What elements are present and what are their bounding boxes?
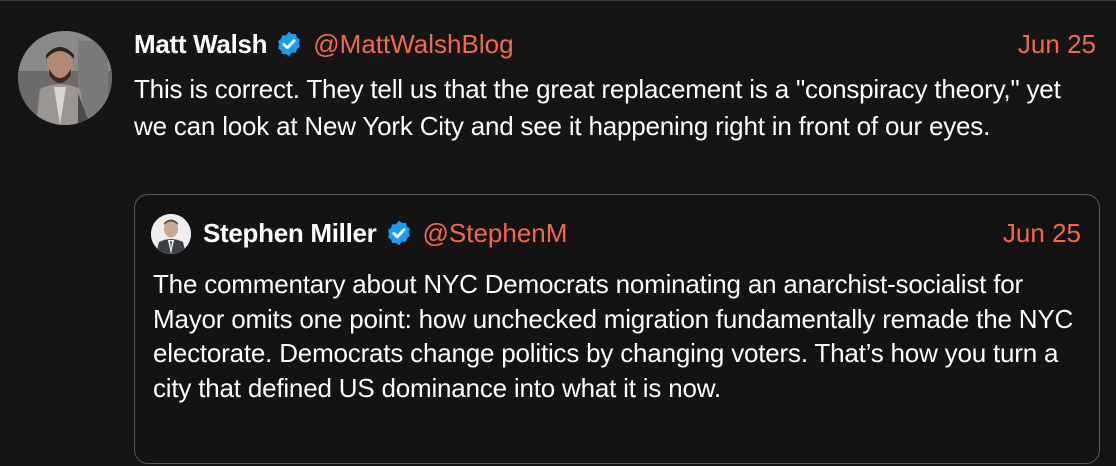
quoted-tweet-date[interactable]: Jun 25 [1003,215,1081,251]
tweet-card[interactable]: Matt Walsh @MattWalshBlog Jun 25 This is… [0,0,1116,466]
tweet-header: Matt Walsh @MattWalshBlog Jun 25 [134,26,1096,62]
author-avatar-image [18,31,112,125]
author-name[interactable]: Matt Walsh [134,26,268,62]
verified-badge-icon [387,220,410,246]
author-handle[interactable]: @MattWalshBlog [313,26,513,62]
quoted-tweet-text: The commentary about NYC Democrats nomin… [153,269,1074,403]
quoted-tweet[interactable]: Stephen Miller @StephenM Jun 25 The comm… [134,194,1100,464]
quoted-author-avatar-image [151,214,191,254]
quoted-author-handle[interactable]: @StephenM [423,215,568,251]
tweet-text: This is correct. They tell us that the g… [134,74,1061,141]
verified-badge-icon [278,31,301,57]
tweet-date[interactable]: Jun 25 [1018,26,1096,62]
quoted-author-name[interactable]: Stephen Miller [203,215,377,251]
author-avatar[interactable] [18,31,112,125]
quoted-author-avatar[interactable] [151,214,191,254]
quoted-tweet-header: Stephen Miller @StephenM Jun 25 [203,215,1081,251]
